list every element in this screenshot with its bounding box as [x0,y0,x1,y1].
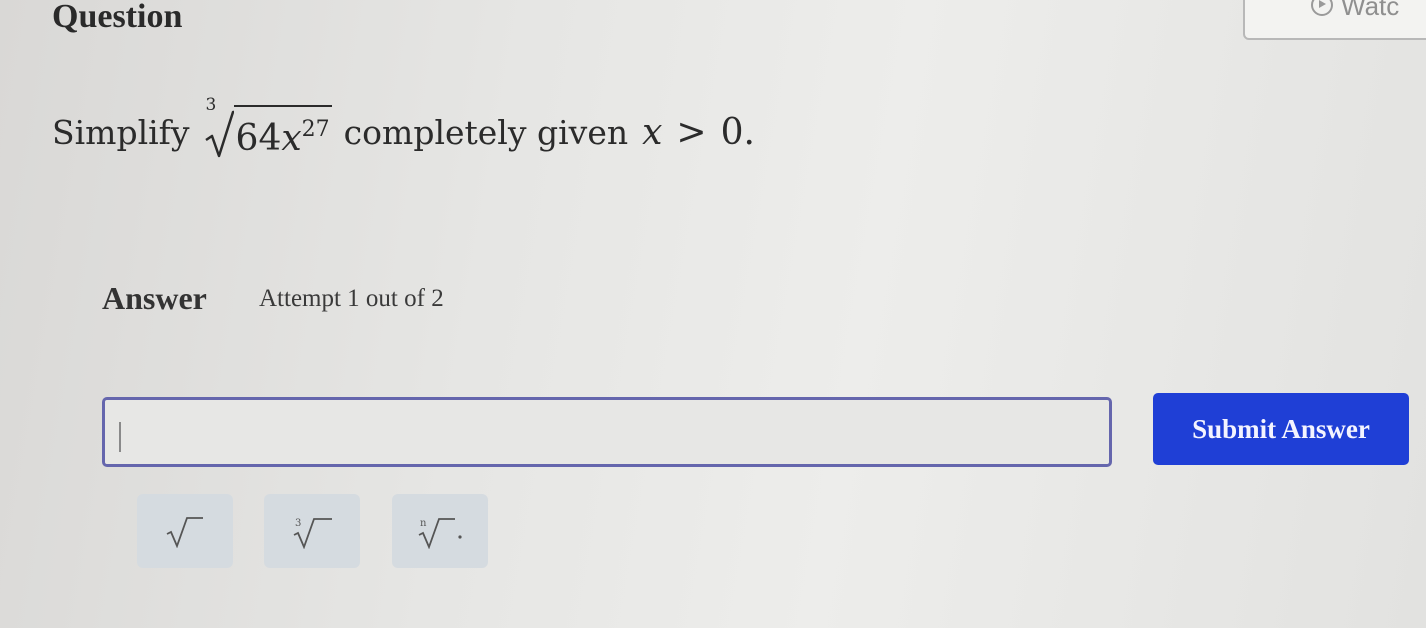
watch-video-button[interactable]: Watc [1243,0,1426,40]
radical-sign-icon [204,110,234,157]
condition-operator: > [676,111,707,153]
answer-label: Answer [102,280,207,316]
root-index: 3 [205,94,217,115]
square-root-button[interactable] [137,494,233,568]
cube-root-icon: 3 [293,518,332,549]
watch-video-label: Watc [1341,0,1400,21]
radicand-exponent: 27 [301,116,330,142]
submit-answer-button[interactable]: Submit Answer [1153,393,1409,465]
square-root-icon [166,517,203,548]
cube-root-button[interactable]: 3 [264,494,360,568]
cube-root-expression: 3 64x27 [204,95,332,160]
answer-input[interactable] [102,397,1112,467]
nth-root-index: n [420,518,427,529]
nth-root-button[interactable]: n [392,494,488,568]
condition-value: 0. [720,111,755,153]
condition-variable: x [642,111,663,153]
radicand-variable: x [281,117,302,159]
radicand: 64x27 [233,104,332,160]
question-prompt: Simplify 3 64x27 completely given x > 0. [52,92,755,172]
text-caret [119,422,121,452]
nth-root-icon: n [418,518,462,549]
radicand-coefficient: 64 [235,117,282,159]
play-icon [1311,0,1333,16]
attempt-counter: Attempt 1 out of 2 [259,285,444,312]
question-suffix: completely given [343,112,629,152]
question-prefix: Simplify [52,112,190,152]
cube-root-index: 3 [295,518,301,529]
page-title: Question [52,0,183,35]
